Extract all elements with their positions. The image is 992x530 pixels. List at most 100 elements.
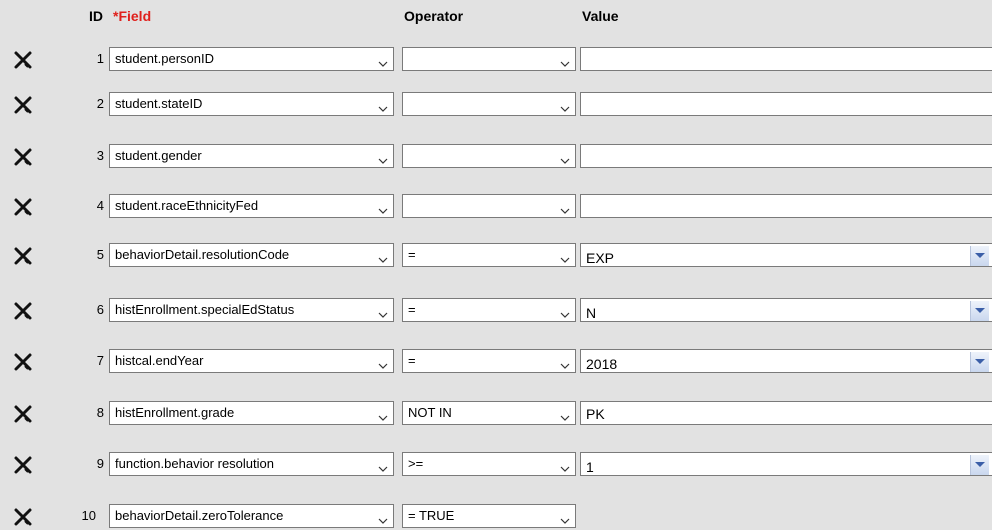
delete-row-button[interactable]	[12, 49, 34, 71]
value-select-value: 2018	[586, 356, 618, 372]
value-select[interactable]: 2018	[580, 349, 992, 373]
close-icon	[12, 49, 34, 71]
operator-select-value: =	[408, 302, 416, 317]
operator-select-value: =	[408, 247, 416, 262]
value-select[interactable]: N	[580, 298, 992, 322]
operator-select[interactable]	[402, 144, 576, 168]
row-id: 2	[96, 96, 104, 111]
chevron-down-icon	[560, 151, 570, 164]
filter-row: 3 student.gender	[0, 144, 992, 170]
value-select-value: N	[586, 305, 597, 321]
field-select-value: histEnrollment.grade	[115, 405, 235, 420]
filter-row: 5 behaviorDetail.resolutionCode = EXP	[0, 243, 992, 269]
chevron-down-icon	[378, 99, 388, 112]
operator-select[interactable]	[402, 47, 576, 71]
field-select-value: student.raceEthnicityFed	[115, 198, 259, 213]
delete-row-button[interactable]	[12, 403, 34, 425]
chevron-down-icon	[560, 99, 570, 112]
field-select[interactable]: histcal.endYear	[109, 349, 394, 373]
chevron-down-icon	[378, 250, 388, 263]
delete-row-button[interactable]	[12, 146, 34, 168]
close-icon	[12, 300, 34, 322]
field-select-value: student.stateID	[115, 96, 203, 111]
operator-select[interactable]: =	[402, 298, 576, 322]
operator-select[interactable]	[402, 194, 576, 218]
row-id: 9	[96, 456, 104, 471]
delete-row-button[interactable]	[12, 454, 34, 476]
field-select[interactable]: function.behavior resolution	[109, 452, 394, 476]
field-select[interactable]: behaviorDetail.resolutionCode	[109, 243, 394, 267]
filter-row: 7 histcal.endYear = 2018	[0, 349, 992, 375]
field-select[interactable]: histEnrollment.specialEdStatus	[109, 298, 394, 322]
value-input[interactable]	[580, 47, 992, 71]
chevron-down-icon	[560, 54, 570, 67]
close-icon	[12, 403, 34, 425]
row-id: 6	[96, 302, 104, 317]
operator-column-header: Operator	[404, 8, 464, 24]
field-select-value: behaviorDetail.resolutionCode	[115, 247, 290, 262]
value-input[interactable]	[580, 92, 992, 116]
chevron-down-icon	[378, 201, 388, 214]
operator-select[interactable]: = TRUE	[402, 504, 576, 528]
filter-row: 2 student.stateID	[0, 92, 992, 118]
close-icon	[12, 146, 34, 168]
filter-row: 6 histEnrollment.specialEdStatus = N	[0, 298, 992, 324]
value-select[interactable]: EXP	[580, 243, 992, 267]
field-select[interactable]: student.personID	[109, 47, 394, 71]
value-input[interactable]: PK	[580, 401, 992, 425]
field-column-header: *Field	[113, 8, 152, 24]
filter-row: 4 student.raceEthnicityFed	[0, 194, 992, 220]
chevron-down-icon	[560, 250, 570, 263]
delete-row-button[interactable]	[12, 300, 34, 322]
operator-select[interactable]: >=	[402, 452, 576, 476]
value-input-text: PK	[586, 406, 605, 422]
delete-row-button[interactable]	[12, 196, 34, 218]
field-select-value: histcal.endYear	[115, 353, 204, 368]
field-select[interactable]: student.gender	[109, 144, 394, 168]
operator-select[interactable]: =	[402, 349, 576, 373]
operator-select-value: >=	[408, 456, 424, 471]
field-select[interactable]: student.stateID	[109, 92, 394, 116]
value-dropdown-button[interactable]	[970, 455, 989, 475]
operator-select[interactable]: =	[402, 243, 576, 267]
row-id: 5	[96, 247, 104, 262]
filter-row: 9 function.behavior resolution >= 1	[0, 452, 992, 478]
value-select-value: 1	[586, 459, 594, 475]
operator-select[interactable]: NOT IN	[402, 401, 576, 425]
delete-row-button[interactable]	[12, 94, 34, 116]
close-icon	[12, 506, 34, 528]
close-icon	[12, 94, 34, 116]
id-column-header: ID	[89, 8, 103, 24]
row-id: 3	[96, 148, 104, 163]
operator-select[interactable]	[402, 92, 576, 116]
operator-select-value: NOT IN	[408, 405, 452, 420]
value-input[interactable]	[580, 194, 992, 218]
field-select-value: histEnrollment.specialEdStatus	[115, 302, 295, 317]
chevron-down-icon	[560, 408, 570, 421]
value-dropdown-button[interactable]	[970, 352, 989, 372]
value-select[interactable]: 1	[580, 452, 992, 476]
value-dropdown-button[interactable]	[970, 301, 989, 321]
field-select[interactable]: student.raceEthnicityFed	[109, 194, 394, 218]
close-icon	[12, 245, 34, 267]
row-id: 1	[96, 51, 104, 66]
field-select[interactable]: behaviorDetail.zeroTolerance	[109, 504, 394, 528]
delete-row-button[interactable]	[12, 245, 34, 267]
column-header-row: ID *Field Operator Value	[0, 8, 992, 28]
delete-row-button[interactable]	[12, 506, 34, 528]
filter-row: 8 histEnrollment.grade NOT IN PK	[0, 401, 992, 427]
value-dropdown-button[interactable]	[970, 246, 989, 266]
operator-select-value: =	[408, 353, 416, 368]
value-select-value: EXP	[586, 250, 615, 266]
operator-select-value: = TRUE	[408, 508, 455, 523]
field-select[interactable]: histEnrollment.grade	[109, 401, 394, 425]
chevron-down-icon	[560, 201, 570, 214]
chevron-down-icon	[560, 356, 570, 369]
field-select-value: student.personID	[115, 51, 215, 66]
close-icon	[12, 196, 34, 218]
row-id: 4	[96, 198, 104, 213]
row-id: 8	[96, 405, 104, 420]
chevron-down-icon	[378, 408, 388, 421]
delete-row-button[interactable]	[12, 351, 34, 373]
value-input[interactable]	[580, 144, 992, 168]
